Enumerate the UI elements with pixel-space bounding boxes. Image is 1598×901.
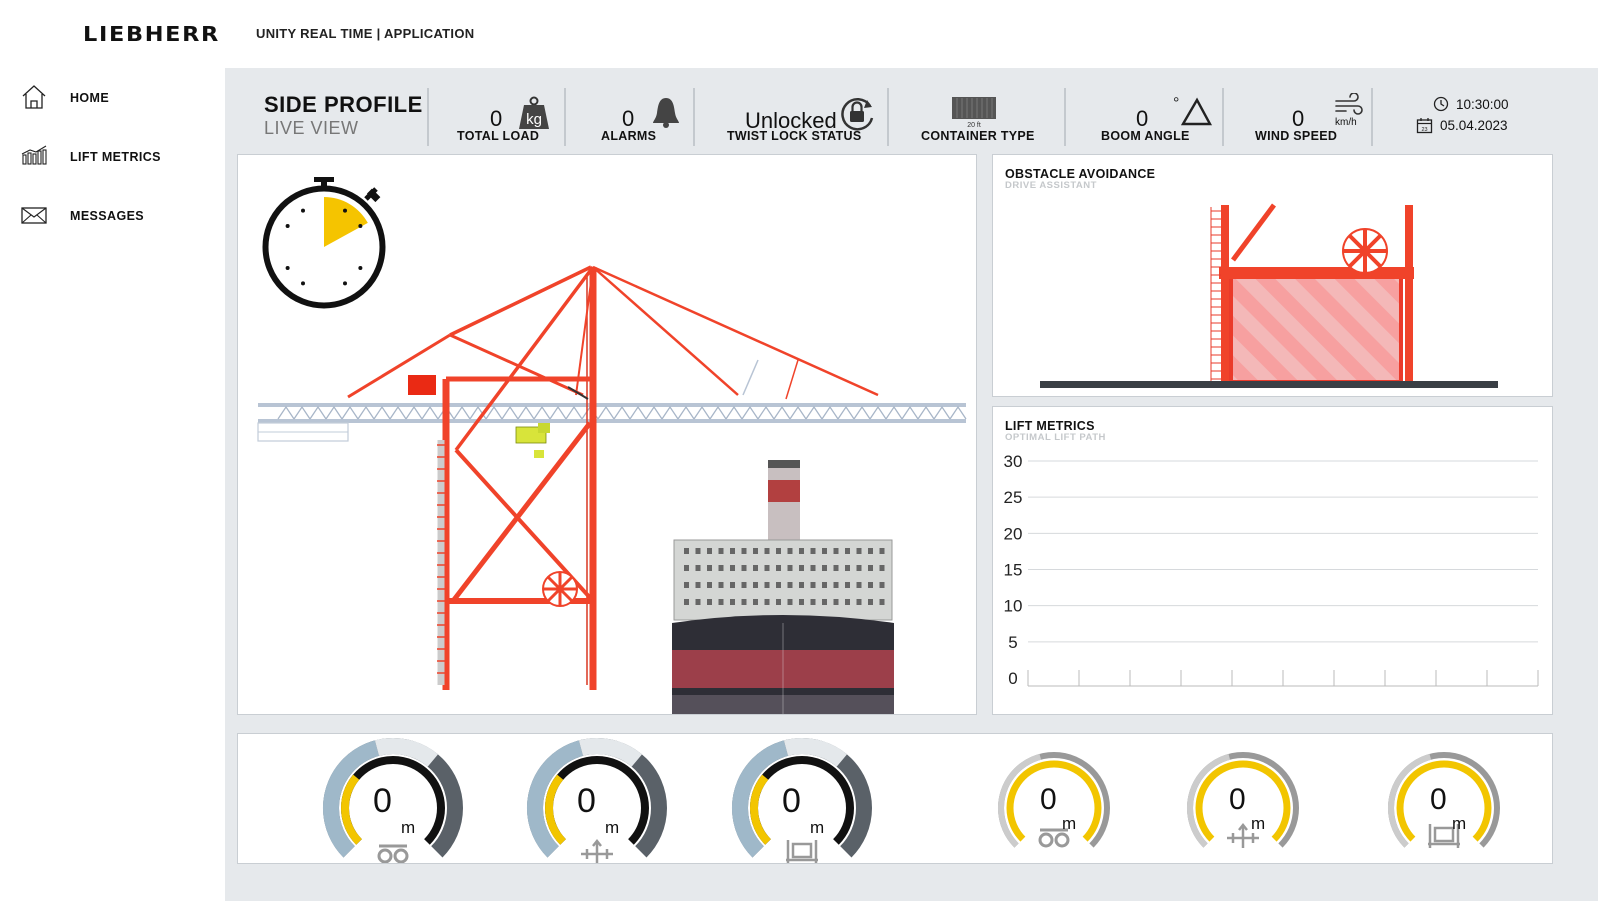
sidebar-item-lift-metrics[interactable]: LIFT METRICS bbox=[20, 142, 220, 172]
page-title: SIDE PROFILE bbox=[264, 92, 423, 117]
gauge-unit: m bbox=[1251, 814, 1266, 833]
status-strip: SIDE PROFILE LIVE VIEW 0 kg TOTAL LOAD 0… bbox=[237, 84, 1577, 158]
app-window: LIEBHERR UNITY REAL TIME | APPLICATION H… bbox=[0, 0, 1598, 901]
cable-reel-icon bbox=[542, 571, 578, 607]
cable-reel-icon bbox=[1342, 228, 1388, 274]
divider bbox=[1222, 88, 1224, 146]
liebherr-logo: LIEBHERR bbox=[83, 22, 220, 46]
sidebar-item-label: HOME bbox=[70, 91, 110, 105]
total-load-label: TOTAL LOAD bbox=[457, 129, 540, 143]
y-tick-label: 0 bbox=[1008, 669, 1017, 688]
gauge-unit: m bbox=[810, 818, 825, 837]
trolley-icon bbox=[377, 844, 409, 863]
app-title: UNITY REAL TIME | APPLICATION bbox=[256, 26, 475, 41]
sidebar-item-messages[interactable]: MESSAGES bbox=[20, 201, 220, 231]
sidebar-item-label: LIFT METRICS bbox=[70, 150, 161, 164]
container-type-label: CONTAINER TYPE bbox=[921, 129, 1035, 143]
date-value: 05.04.2023 bbox=[1440, 118, 1508, 133]
gauge-1: 0m bbox=[313, 734, 473, 863]
y-tick-label: 25 bbox=[1004, 488, 1023, 507]
hoist-icon bbox=[581, 838, 613, 863]
gauge-5: 0m bbox=[1163, 734, 1323, 863]
machinery-house bbox=[408, 375, 436, 395]
gauge-value: 0 bbox=[1040, 783, 1057, 816]
gauge-value: 0 bbox=[1430, 783, 1447, 816]
container-icon: 20 ft bbox=[952, 97, 996, 129]
gauge-2: 0m bbox=[517, 734, 677, 863]
divider bbox=[693, 88, 695, 146]
gauge-unit: m bbox=[1452, 814, 1467, 833]
crane-boom bbox=[257, 403, 967, 442]
gauge-unit: m bbox=[605, 818, 620, 837]
divider bbox=[427, 88, 429, 146]
calendar-icon: 23 bbox=[1416, 118, 1433, 134]
alarms-label: ALARMS bbox=[601, 129, 657, 143]
divider bbox=[1371, 88, 1373, 146]
crane-scene bbox=[257, 177, 967, 714]
top-bar: LIEBHERR UNITY REAL TIME | APPLICATION bbox=[0, 0, 1598, 68]
gauges-panel: 0m 0m 0m 0m 0 m 0 m bbox=[237, 733, 1553, 864]
gauge-value: 0 bbox=[782, 782, 801, 820]
divider bbox=[1064, 88, 1066, 146]
lift-metrics-chart: 0 5 10 15 20 25 30 bbox=[1004, 452, 1539, 688]
clock-icon bbox=[1433, 96, 1449, 112]
y-tick-label: 30 bbox=[1004, 452, 1023, 471]
main-area: SIDE PROFILE LIVE VIEW 0 kg TOTAL LOAD 0… bbox=[225, 68, 1598, 901]
stopwatch-icon bbox=[262, 177, 386, 309]
gauge-3: 0m bbox=[722, 734, 882, 863]
sidebar: HOME LIFT METRICS MESSAGES bbox=[0, 68, 225, 901]
ground-rail bbox=[1040, 381, 1498, 388]
weight-unit: kg bbox=[526, 111, 542, 128]
boom-angle-unit: ° bbox=[1173, 96, 1179, 112]
home-icon bbox=[22, 85, 46, 109]
gauge-4: 0m bbox=[974, 734, 1134, 863]
wind-icon bbox=[1335, 93, 1363, 115]
boom-angle-label: BOOM ANGLE bbox=[1101, 129, 1190, 143]
gauge-unit: m bbox=[1062, 814, 1077, 833]
obstacle-avoidance-panel: OBSTACLE AVOIDANCE DRIVE ASSISTANT bbox=[992, 154, 1553, 397]
y-tick-label: 15 bbox=[1004, 561, 1023, 580]
y-tick-label: 5 bbox=[1008, 633, 1017, 652]
container-size: 20 ft bbox=[967, 122, 981, 129]
ship bbox=[672, 460, 894, 714]
gauge-value: 0 bbox=[373, 782, 392, 820]
divider bbox=[887, 88, 889, 146]
rotate-lock-icon bbox=[841, 98, 874, 131]
y-tick-label: 20 bbox=[1004, 524, 1023, 543]
envelope-icon bbox=[21, 207, 47, 224]
side-profile-viewport[interactable] bbox=[237, 154, 977, 715]
time-value: 10:30:00 bbox=[1456, 97, 1509, 112]
bar-chart-icon bbox=[21, 145, 47, 165]
angle-icon: ° bbox=[1173, 96, 1213, 126]
gauge-value: 0 bbox=[1229, 783, 1246, 816]
calendar-day: 23 bbox=[1421, 127, 1427, 133]
wind-speed-label: WIND SPEED bbox=[1255, 129, 1338, 143]
spreader bbox=[515, 423, 550, 458]
container-lift-icon bbox=[786, 840, 818, 863]
wind-speed-unit: km/h bbox=[1335, 117, 1357, 128]
twist-lock-label: TWIST LOCK STATUS bbox=[727, 129, 862, 143]
weight-icon: kg bbox=[519, 96, 549, 129]
sidebar-item-home[interactable]: HOME bbox=[20, 83, 220, 113]
lift-metrics-panel: LIFT METRICS OPTIMAL LIFT PATH 0 5 10 15 20 2… bbox=[992, 406, 1553, 715]
gauge-unit: m bbox=[401, 818, 416, 837]
gauge-value: 0 bbox=[577, 782, 596, 820]
sidebar-item-label: MESSAGES bbox=[70, 209, 145, 223]
divider bbox=[564, 88, 566, 146]
obstacle-scene bbox=[1040, 203, 1498, 388]
bell-icon bbox=[653, 98, 679, 128]
y-tick-label: 10 bbox=[1004, 597, 1023, 616]
page-subtitle: LIVE VIEW bbox=[264, 118, 359, 138]
gauge-6: 0m bbox=[1364, 734, 1524, 863]
